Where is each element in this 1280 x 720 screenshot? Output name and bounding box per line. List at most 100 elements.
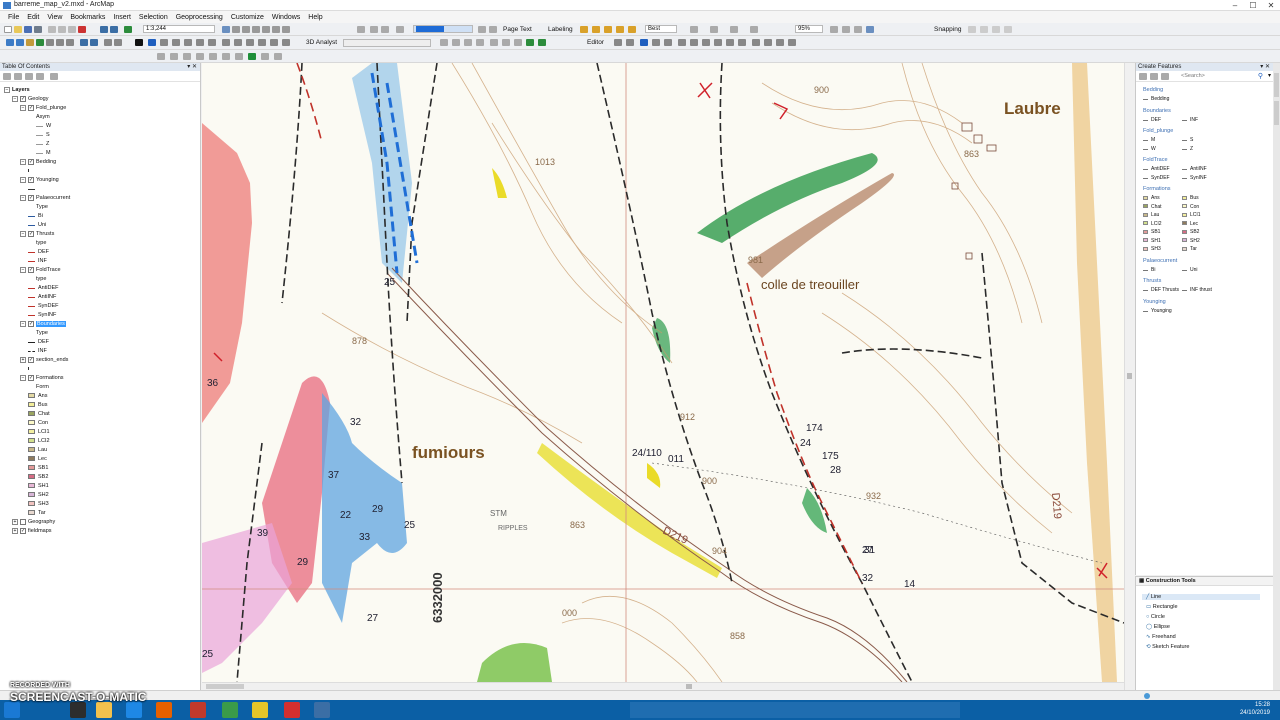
toc-row[interactable]: − ✓ Formations [20, 374, 64, 383]
next-extent-arrow-icon[interactable] [90, 39, 98, 46]
feature-template[interactable]: LCI2 [1143, 221, 1162, 227]
create-features-icon[interactable] [738, 39, 746, 46]
layer-visibility-checkbox[interactable]: ✓ [28, 356, 34, 363]
snap-vertex-icon[interactable] [992, 26, 1000, 33]
snap-edge-icon[interactable] [1004, 26, 1012, 33]
layer-visibility-checkbox[interactable]: ✓ [20, 527, 26, 534]
toc-row[interactable]: Form [36, 383, 49, 392]
toc-row[interactable]: type [36, 239, 46, 248]
feature-template[interactable]: Bedding [1143, 96, 1169, 102]
toc-row[interactable]: Tar [28, 509, 46, 518]
toc-row[interactable]: type [36, 275, 46, 284]
identify-icon[interactable] [148, 39, 156, 46]
draw-fill-icon[interactable] [235, 53, 243, 60]
construction-tool-item[interactable]: ▭ Rectangle [1146, 604, 1178, 610]
fixed-zoom-out-icon[interactable] [56, 39, 64, 46]
page-text-menu[interactable]: Page Text [503, 26, 532, 33]
chrome-icon[interactable] [222, 702, 238, 718]
toc-row[interactable]: − ✓ Younging [20, 176, 59, 185]
toc-row[interactable]: M [36, 149, 51, 158]
label-manager-icon[interactable] [580, 26, 588, 33]
feature-template[interactable]: Lau [1143, 212, 1159, 218]
feature-template[interactable]: Bi [1143, 267, 1155, 273]
layer-visibility-checkbox[interactable] [20, 518, 26, 525]
feature-template[interactable]: SynINF [1182, 175, 1207, 181]
zoom-out-icon[interactable] [16, 39, 24, 46]
toc-row[interactable]: S [36, 131, 50, 140]
feature-template[interactable]: Chat [1143, 204, 1162, 210]
flicker-icon[interactable] [282, 39, 290, 46]
draw-select-icon[interactable] [157, 53, 165, 60]
layer-visibility-checkbox[interactable]: ✓ [28, 158, 34, 165]
georef-tool-1-icon[interactable] [752, 39, 760, 46]
menu-edit[interactable]: Edit [23, 14, 43, 21]
media-icon[interactable] [252, 702, 268, 718]
toc-row[interactable]: SB1 [28, 464, 48, 473]
zoom-percent-combo[interactable]: 95% [795, 25, 823, 33]
search-window-icon[interactable] [252, 26, 260, 33]
snap-point-icon[interactable] [968, 26, 976, 33]
toc-row[interactable]: LCI2 [28, 437, 50, 446]
cut-polygons-icon[interactable] [690, 39, 698, 46]
feature-template[interactable]: SB1 [1143, 229, 1160, 235]
toc-row[interactable]: − ✓ Palaeocurrent [20, 194, 70, 203]
toc-row[interactable] [28, 167, 33, 176]
toc-row[interactable]: − ✓ Geology [12, 95, 49, 104]
time-slider-icon[interactable] [222, 39, 230, 46]
collapse-icon[interactable]: − [20, 194, 26, 201]
layer-visibility-checkbox[interactable]: ✓ [28, 266, 34, 273]
menu-customize[interactable]: Customize [227, 14, 268, 21]
next-icon[interactable] [478, 26, 486, 33]
layout-zoom-icon[interactable] [830, 26, 838, 33]
minimize-button[interactable]: – [1226, 0, 1244, 11]
find-icon[interactable] [160, 39, 168, 46]
organize-templates-icon[interactable] [1139, 73, 1147, 80]
draw-rectangle-icon[interactable] [183, 53, 191, 60]
3d-analyst-layer-combo[interactable] [343, 39, 431, 47]
toc-row[interactable]: + ✓ section_ends [20, 356, 68, 365]
feature-template[interactable]: SB2 [1182, 229, 1199, 235]
draw-bold-icon[interactable] [222, 53, 230, 60]
toc-row[interactable]: − ✓ Fold_plunge [20, 104, 66, 113]
html-popup-icon[interactable] [196, 39, 204, 46]
arcscene-icon[interactable] [526, 39, 534, 46]
feature-template[interactable]: LCI1 [1182, 212, 1201, 218]
taskbar-window-preview[interactable] [630, 702, 960, 718]
feature-template[interactable]: Ans [1143, 195, 1160, 201]
go-back-icon[interactable] [66, 39, 74, 46]
georef-tool-3-icon[interactable] [776, 39, 784, 46]
collapse-icon[interactable]: − [20, 320, 26, 327]
toc-row[interactable]: + ✓ fieldmaps [12, 527, 52, 536]
toc-row[interactable]: SH2 [28, 491, 49, 500]
labeling-tool-2-icon[interactable] [710, 26, 718, 33]
toc-row[interactable]: W [36, 122, 51, 131]
draw-rotate-icon[interactable] [170, 53, 178, 60]
3d-analyst-menu[interactable]: 3D Analyst [306, 39, 337, 46]
template-search-input[interactable]: <Search> [1181, 73, 1205, 79]
overview-icon[interactable] [258, 39, 266, 46]
edit-annotation-icon[interactable] [626, 39, 634, 46]
layer-visibility-checkbox[interactable]: ✓ [20, 95, 26, 102]
toc-row[interactable]: DEF [28, 248, 49, 257]
menu-file[interactable]: File [4, 14, 23, 21]
scroll-thumb[interactable] [686, 684, 692, 689]
open-folder-icon[interactable] [14, 26, 22, 33]
layer-visibility-checkbox[interactable]: ✓ [28, 194, 34, 201]
toc-window-icon[interactable] [232, 26, 240, 33]
feature-template[interactable]: Z [1182, 146, 1193, 152]
feature-template[interactable]: Bus [1182, 195, 1199, 201]
collapse-icon[interactable]: − [12, 95, 18, 102]
select-elements-icon[interactable] [135, 39, 143, 46]
collapse-icon[interactable]: − [20, 266, 26, 273]
labeling-tool-icon[interactable] [690, 26, 698, 33]
layout-icon[interactable] [370, 26, 378, 33]
measure-icon[interactable] [172, 39, 180, 46]
georef-tool-4-icon[interactable] [788, 39, 796, 46]
feature-template[interactable]: Younging [1143, 308, 1172, 314]
toc-row[interactable]: Bi [28, 212, 43, 221]
map-scale-combo[interactable]: 1:3,244 [143, 25, 215, 33]
lock-labels-icon[interactable] [616, 26, 624, 33]
trace-icon[interactable] [664, 39, 672, 46]
search-icon[interactable]: ⚲ [1258, 72, 1263, 80]
menu-help[interactable]: Help [304, 14, 326, 21]
